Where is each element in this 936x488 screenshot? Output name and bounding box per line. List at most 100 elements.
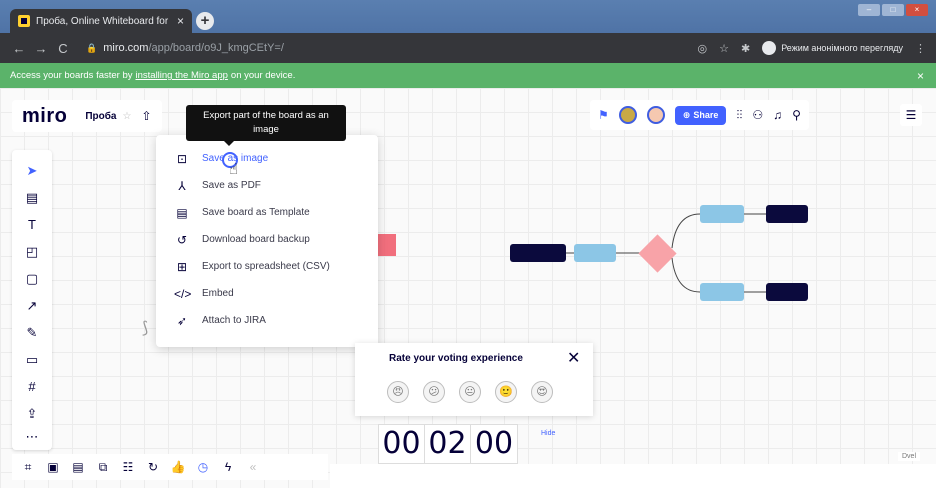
- minimize-icon[interactable]: –: [858, 4, 880, 16]
- spreadsheet-icon: ⊞: [176, 259, 188, 274]
- upload-icon[interactable]: ⇪: [12, 403, 52, 425]
- flow-node-branch-top[interactable]: [700, 205, 744, 223]
- neutral-face-icon[interactable]: 😐: [459, 381, 481, 403]
- flow-node-end-top[interactable]: [766, 205, 808, 223]
- bell-icon[interactable]: ♫: [773, 108, 782, 122]
- extensions-icon[interactable]: ✱: [741, 42, 750, 55]
- connector-icon[interactable]: ↗: [12, 295, 52, 317]
- close-icon[interactable]: ✕: [567, 348, 580, 368]
- comment-icon[interactable]: ▭: [12, 349, 52, 371]
- search-icon[interactable]: ⚲: [792, 108, 801, 122]
- sad-face-icon[interactable]: 😕: [423, 381, 445, 403]
- back-arrow-icon[interactable]: ←: [8, 41, 30, 56]
- voting-title: Rate your voting experience: [389, 353, 523, 364]
- eye-off-icon[interactable]: ◎: [697, 42, 707, 55]
- export-icon[interactable]: ⇧: [141, 109, 151, 123]
- miro-logo[interactable]: miro: [22, 105, 67, 128]
- menu-item-label: Save as PDF: [202, 180, 261, 191]
- happy-face-icon[interactable]: 🙂: [495, 381, 517, 403]
- board-name[interactable]: Проба: [85, 111, 116, 122]
- shape-tool-icon[interactable]: ▢: [12, 268, 52, 290]
- templates-icon[interactable]: ▤: [12, 187, 52, 209]
- voting-icon[interactable]: 👍: [168, 460, 188, 474]
- sticky-note-icon[interactable]: ◰: [12, 241, 52, 263]
- menu-item-label: Save board as Template: [202, 207, 310, 218]
- jira-icon: ➶: [176, 313, 188, 328]
- angry-face-icon[interactable]: 😠: [387, 381, 409, 403]
- avatar[interactable]: [646, 106, 665, 124]
- cards-icon[interactable]: ☷: [118, 460, 138, 474]
- incognito-icon: [762, 41, 777, 55]
- more-tools-icon[interactable]: ⋯: [12, 426, 52, 448]
- pen-icon[interactable]: ✎: [12, 322, 52, 344]
- rating-options: 😠 😕 😐 🙂 😍: [387, 381, 553, 403]
- board-header: miro Проба ☆ ⇧: [12, 100, 162, 132]
- timer-minutes[interactable]: 02: [425, 425, 471, 463]
- reactions-icon[interactable]: ⚑: [598, 108, 609, 122]
- incognito-indicator[interactable]: Режим анонімного перегляду: [762, 41, 903, 55]
- share-button[interactable]: ⊕ Share: [674, 105, 727, 125]
- tab-title: Проба, Online Whiteboard for V: [36, 15, 171, 27]
- frames-icon[interactable]: ⌗: [18, 460, 38, 475]
- banner-text-before: Access your boards faster by: [10, 70, 133, 81]
- address-bar-actions: ◎ ☆ ✱ Режим анонімного перегляду ⋮: [697, 41, 936, 55]
- bottom-strip: [330, 464, 936, 488]
- flow-node-process[interactable]: [574, 244, 616, 262]
- menu-item-label: Embed: [202, 288, 234, 299]
- menu-item-embed[interactable]: </> Embed: [156, 280, 378, 307]
- bookmark-star-icon[interactable]: ☆: [719, 42, 729, 55]
- menu-item-save-as-image[interactable]: ⊡ Save as image: [156, 145, 378, 172]
- menu-item-attach-jira[interactable]: ➶ Attach to JIRA: [156, 307, 378, 334]
- forward-arrow-icon[interactable]: →: [30, 41, 52, 56]
- timer-hide-button[interactable]: Hide: [541, 430, 555, 437]
- timer-hours[interactable]: 00: [379, 425, 425, 463]
- incognito-label: Режим анонімного перегляду: [781, 43, 903, 53]
- reload-icon[interactable]: C: [52, 41, 74, 56]
- notes-panel-icon[interactable]: ☰: [900, 104, 922, 126]
- apps-icon[interactable]: ϟ: [218, 460, 238, 474]
- love-face-icon[interactable]: 😍: [531, 381, 553, 403]
- flow-node-end-bottom[interactable]: [766, 283, 808, 301]
- menu-item-label: Attach to JIRA: [202, 315, 266, 326]
- menu-item-save-template[interactable]: ▤ Save board as Template: [156, 199, 378, 226]
- screen-share-icon[interactable]: ⧉: [93, 460, 113, 475]
- chat-icon[interactable]: ▤: [68, 460, 88, 474]
- flow-node-start[interactable]: [510, 244, 566, 262]
- timer-widget[interactable]: 00 02 00: [378, 424, 518, 464]
- timer-icon[interactable]: ◷: [193, 460, 213, 474]
- window-close-icon[interactable]: ×: [906, 4, 928, 16]
- menu-item-label: Export to spreadsheet (CSV): [202, 261, 330, 272]
- tab-close-icon[interactable]: ×: [177, 14, 184, 28]
- maximize-icon[interactable]: □: [882, 4, 904, 16]
- video-chat-icon[interactable]: ↻: [143, 460, 163, 474]
- presentation-icon[interactable]: ▣: [43, 460, 63, 474]
- frame-icon[interactable]: #: [12, 376, 52, 398]
- browser-tab[interactable]: Проба, Online Whiteboard for V ×: [10, 9, 192, 33]
- new-tab-button[interactable]: +: [196, 12, 214, 30]
- activity-icon[interactable]: ⚇: [752, 108, 763, 122]
- collapse-icon[interactable]: «: [243, 460, 263, 474]
- board-toolbar-right: ⚑ ⊕ Share ⫶⫶ ⚇ ♫ ⚲: [590, 100, 809, 130]
- export-menu: ⊡ Save as image ⅄ Save as PDF ▤ Save boa…: [156, 135, 378, 347]
- text-tool-icon[interactable]: T: [12, 214, 52, 236]
- hand-cursor-icon: ☝: [229, 161, 239, 178]
- miro-favicon-icon: [18, 15, 30, 27]
- flow-node-branch-bottom[interactable]: [700, 283, 744, 301]
- settings-sliders-icon[interactable]: ⫶⫶: [736, 108, 742, 123]
- timer-seconds[interactable]: 00: [471, 425, 517, 463]
- menu-item-save-as-pdf[interactable]: ⅄ Save as PDF: [156, 172, 378, 199]
- avatar[interactable]: [618, 106, 637, 124]
- star-icon[interactable]: ☆: [123, 111, 132, 122]
- select-cursor-icon[interactable]: ➤: [12, 160, 52, 182]
- browser-titlebar: Проба, Online Whiteboard for V × + – □ ×: [0, 0, 936, 33]
- browser-address-bar: ← → C 🔒 miro.com /app/board/o9J_kmgCEtY=…: [0, 33, 936, 63]
- menu-item-export-csv[interactable]: ⊞ Export to spreadsheet (CSV): [156, 253, 378, 280]
- browser-menu-icon[interactable]: ⋮: [915, 42, 926, 55]
- url-field[interactable]: 🔒 miro.com /app/board/o9J_kmgCEtY=/: [86, 37, 676, 59]
- export-tooltip: Export part of the board as an image: [186, 105, 346, 146]
- install-app-link[interactable]: installing the Miro app: [136, 70, 228, 81]
- banner-close-icon[interactable]: ×: [917, 69, 924, 83]
- bottom-toolbar: ⌗ ▣ ▤ ⧉ ☷ ↻ 👍 ◷ ϟ «: [12, 454, 328, 480]
- sticky-shape[interactable]: [376, 234, 396, 256]
- menu-item-download-backup[interactable]: ↺ Download board backup: [156, 226, 378, 253]
